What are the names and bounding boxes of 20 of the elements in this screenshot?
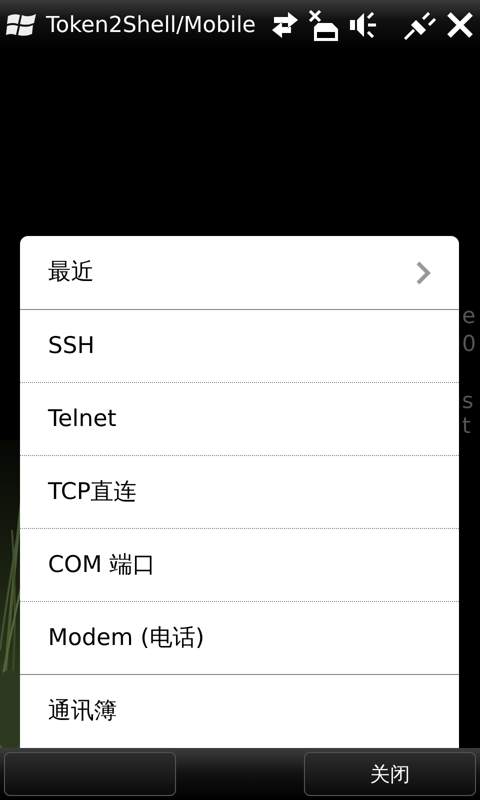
close-icon[interactable] [446, 11, 474, 39]
speaker-muted-icon[interactable] [348, 10, 378, 40]
menu-item[interactable]: Telnet [20, 382, 459, 455]
left-softkey[interactable] [4, 752, 176, 796]
background-text: t [462, 413, 471, 441]
menu-item[interactable]: Modem (电话) [20, 601, 459, 674]
start-icon[interactable] [6, 11, 38, 39]
menu-item[interactable]: TCP直连 [20, 455, 459, 528]
window-title: Token2Shell/Mobile [46, 12, 256, 40]
menu-item[interactable]: SSH [20, 309, 459, 382]
menu-item[interactable]: 最近 [20, 236, 459, 309]
menu-item[interactable]: 通讯簿 [20, 674, 459, 747]
background-text: 0 [462, 331, 476, 359]
background-text: e [462, 303, 476, 331]
data-transfer-icon[interactable] [270, 10, 300, 40]
close-softkey[interactable]: 关闭 [304, 752, 476, 796]
plug-icon[interactable] [402, 10, 438, 40]
no-sim-icon[interactable] [308, 9, 340, 41]
menu-item[interactable]: COM 端口 [20, 528, 459, 601]
background-text: s [462, 388, 474, 416]
